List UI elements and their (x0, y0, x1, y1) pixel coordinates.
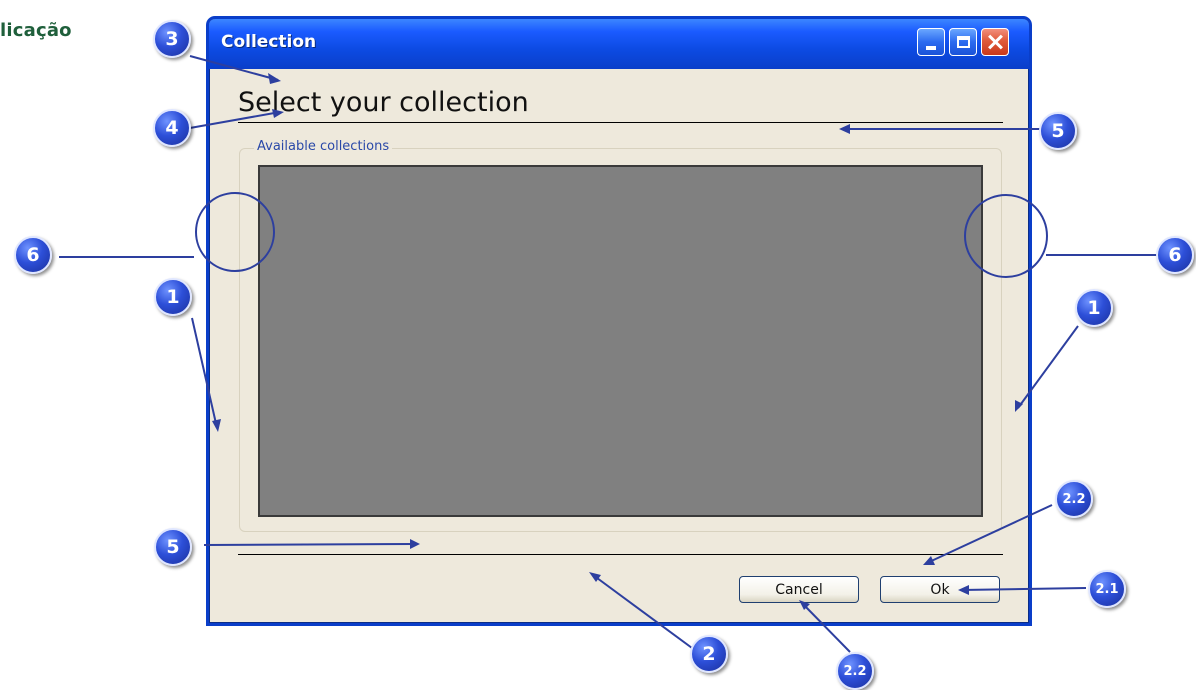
maximize-icon (956, 36, 970, 48)
annotation-callout-6-right: 6 (1156, 236, 1194, 274)
annotation-callout-3: 3 (153, 20, 191, 58)
title-bar[interactable]: Collection (209, 19, 1029, 69)
minimize-button[interactable] (917, 28, 945, 56)
maximize-button[interactable] (949, 28, 977, 56)
footer-divider (238, 554, 1003, 555)
heading-divider (238, 122, 1003, 123)
annotation-callout-1-right: 1 (1075, 289, 1113, 327)
annotation-callout-2-1: 2.1 (1088, 570, 1126, 608)
annotation-callout-2-2-top: 2.2 (1055, 480, 1093, 518)
annotation-callout-2-2-bottom: 2.2 (836, 652, 874, 690)
group-label: Available collections (254, 139, 393, 154)
annotation-callout-5-bottom: 5 (154, 528, 192, 566)
dialog-heading: Select your collection (238, 87, 529, 118)
window-title: Collection (221, 32, 317, 52)
page-heading: licação (0, 20, 72, 41)
close-button[interactable] (981, 28, 1009, 56)
annotation-callout-2: 2 (690, 635, 728, 673)
collection-window: Collection Select your collection Availa… (206, 16, 1032, 626)
annotation-callout-6-left: 6 (14, 236, 52, 274)
annotation-callout-4: 4 (153, 109, 191, 147)
minimize-icon (926, 46, 936, 50)
annotation-callout-5-top: 5 (1039, 112, 1077, 150)
collection-list[interactable] (258, 165, 983, 517)
ok-button[interactable]: Ok (880, 576, 1000, 603)
available-collections-group: Available collections (239, 139, 1002, 532)
cancel-button[interactable]: Cancel (739, 576, 859, 603)
close-icon (987, 34, 1003, 50)
annotation-callout-1-left: 1 (154, 278, 192, 316)
